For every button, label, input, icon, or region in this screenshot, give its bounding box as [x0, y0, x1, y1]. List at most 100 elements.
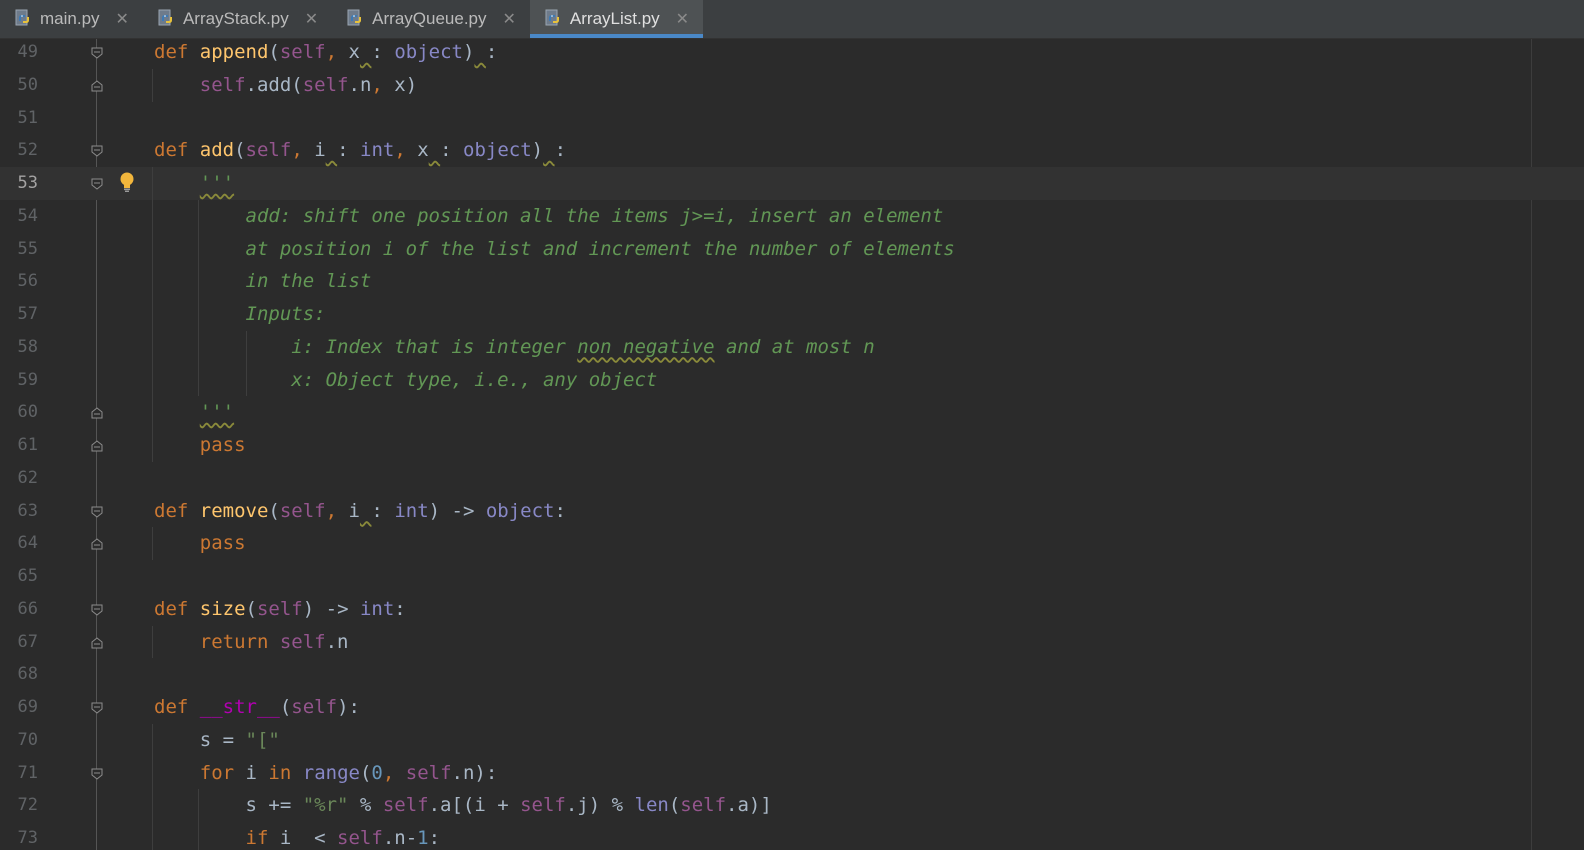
code-token: : [554, 139, 567, 162]
close-tab-icon[interactable]: ✕ [116, 9, 129, 29]
code-line[interactable]: 58 i: Index that is integer non negative… [0, 331, 1584, 364]
code-token: ( [279, 696, 292, 718]
line-number: 71 [17, 762, 38, 783]
fold-expand-icon[interactable] [90, 766, 104, 780]
fold-expand-icon[interactable] [90, 602, 104, 616]
code-token: 0 [371, 761, 383, 784]
code-token: range [302, 761, 360, 784]
tab-main-py[interactable]: main.py ✕ [0, 0, 143, 38]
code-token: ''' [199, 172, 235, 194]
code-token: ( [268, 41, 280, 63]
tab-label: ArrayQueue.py [372, 9, 487, 28]
code-line[interactable]: 70 s = "[" [0, 724, 1584, 757]
code-line[interactable]: 51 [0, 102, 1584, 135]
code-line[interactable]: 73 if i < self.n-1: [0, 822, 1584, 850]
code-line[interactable]: 71 for i in range(0, self.n): [0, 757, 1584, 790]
code-line[interactable]: 63 def remove(self, i : int) -> object: [0, 495, 1584, 528]
fold-expand-icon[interactable] [90, 176, 104, 190]
code-text: add: shift one position all the items j>… [154, 200, 944, 233]
tab-label: ArrayList.py [569, 9, 660, 28]
code-token: self [256, 597, 303, 620]
code-token: 1 [417, 827, 429, 849]
close-tab-icon[interactable]: ✕ [503, 9, 516, 29]
code-line[interactable]: 61 pass [0, 429, 1584, 462]
fold-expand-icon[interactable] [90, 504, 104, 518]
code-line[interactable]: 67 return self.n [0, 626, 1584, 659]
code-token: .a[(i + [428, 794, 521, 817]
code-token: , [325, 499, 349, 522]
code-token: : [428, 827, 441, 849]
python-file-icon [14, 9, 34, 29]
code-line[interactable]: 50 self.add(self.n, x) [0, 69, 1584, 102]
fold-end-icon[interactable] [90, 635, 104, 649]
code-line[interactable]: 49 def append(self, x : object) : [0, 39, 1584, 69]
code-text: return self.n [154, 626, 349, 659]
code-line[interactable]: 57 Inputs: [0, 298, 1584, 331]
code-token: .a)] [726, 794, 772, 817]
fold-expand-icon[interactable] [90, 143, 104, 157]
fold-end-icon[interactable] [90, 405, 104, 419]
code-line[interactable]: 56 in the list [0, 265, 1584, 298]
code-token: object [394, 41, 463, 63]
indent-guide [198, 199, 199, 397]
code-token: , [291, 139, 315, 162]
code-editor[interactable]: 49 def append(self, x : object) :50 self.… [0, 39, 1584, 850]
code-token: s += [154, 794, 303, 817]
code-token: : [394, 597, 406, 620]
code-token: .j) % [565, 794, 635, 817]
code-token: in the list [245, 270, 372, 293]
close-tab-icon[interactable]: ✕ [305, 9, 318, 29]
code-token: : [371, 41, 395, 63]
code-token: add [199, 139, 235, 162]
line-number: 68 [17, 664, 38, 685]
code-token: i [314, 139, 326, 162]
line-number: 59 [17, 369, 38, 390]
close-tab-icon[interactable]: ✕ [676, 9, 689, 29]
tab-arrayqueue-py[interactable]: ArrayQueue.py ✕ [332, 0, 530, 38]
code-line[interactable]: 54 add: shift one position all the items… [0, 200, 1584, 233]
code-token: i: Index that is integer [291, 335, 578, 358]
code-line[interactable]: 65 [0, 560, 1584, 593]
code-line[interactable]: 69 def __str__(self): [0, 691, 1584, 724]
code-text: def add(self, i : int, x : object) : [154, 134, 566, 167]
tab-arraylist-py[interactable]: ArrayList.py ✕ [529, 0, 704, 38]
fold-expand-icon[interactable] [90, 700, 104, 714]
code-token: self [245, 139, 292, 162]
code-line[interactable]: 59 x: Object type, i.e., any object [0, 364, 1584, 397]
line-number: 60 [17, 402, 38, 423]
line-number: 72 [17, 795, 38, 816]
code-token: def [154, 41, 200, 63]
code-line[interactable]: 53 ''' [0, 167, 1584, 200]
code-token: x) [394, 73, 418, 96]
code-token: pass [199, 434, 246, 456]
tab-arraystack-py[interactable]: ArrayStack.py ✕ [143, 0, 332, 38]
code-line[interactable]: 72 s += "%r" % self.a[(i + self.j) % len… [0, 789, 1584, 822]
fold-end-icon[interactable] [90, 536, 104, 550]
indent-guide [198, 789, 199, 850]
code-line[interactable]: 52 def add(self, i : int, x : object) : [0, 134, 1584, 167]
code-line[interactable]: 55 at position i of the list and increme… [0, 233, 1584, 266]
fold-end-icon[interactable] [90, 78, 104, 92]
lightbulb-icon[interactable] [118, 171, 136, 193]
line-number: 50 [17, 74, 38, 95]
code-line[interactable]: 62 [0, 462, 1584, 495]
line-number: 63 [17, 500, 38, 521]
code-token: remove [199, 499, 269, 522]
code-line[interactable]: 66 def size(self) -> int: [0, 593, 1584, 626]
code-line[interactable]: 60 ''' [0, 396, 1584, 429]
code-line[interactable]: 64 pass [0, 527, 1584, 560]
fold-end-icon[interactable] [90, 438, 104, 452]
code-token: and at most n [714, 335, 875, 358]
fold-expand-icon[interactable] [90, 45, 104, 59]
code-line[interactable]: 68 [0, 658, 1584, 691]
line-number: 56 [17, 271, 38, 292]
